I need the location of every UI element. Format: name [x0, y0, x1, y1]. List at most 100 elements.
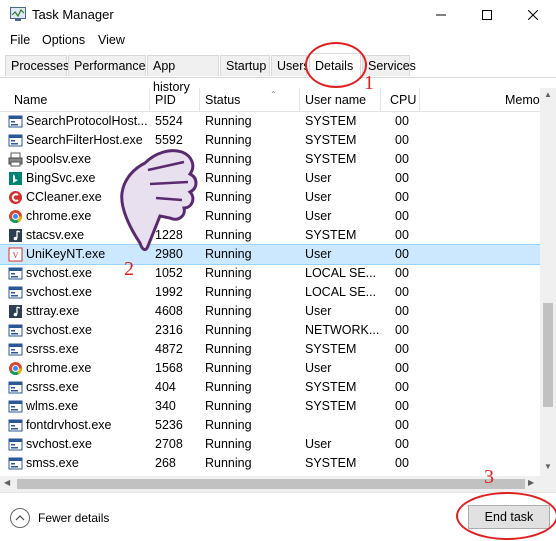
table-row[interactable]: svchost.exe 1052 Running LOCAL SE... 00 — [0, 264, 540, 283]
cell-name: wlms.exe — [26, 399, 79, 413]
column-header-cpu[interactable]: CPU — [390, 93, 416, 107]
process-icon — [8, 285, 23, 300]
table-row[interactable]: smss.exe 268 Running SYSTEM 00 — [0, 454, 540, 473]
table-row[interactable]: csrss.exe 404 Running SYSTEM 00 — [0, 378, 540, 397]
cell-user: SYSTEM — [305, 228, 357, 242]
annotation-2: 2 — [124, 258, 134, 280]
minimize-button[interactable] — [418, 0, 464, 30]
cell-pid: 5524 — [155, 114, 183, 128]
maximize-button[interactable] — [464, 0, 510, 30]
vertical-scroll-thumb[interactable] — [543, 303, 553, 407]
cell-pid: 1052 — [155, 266, 183, 280]
cell-user: SYSTEM — [305, 133, 357, 147]
cell-cpu: 00 — [395, 380, 409, 394]
table-row[interactable]: SearchFilterHost.exe 5592 Running SYSTEM 00 — [0, 131, 540, 150]
table-row[interactable]: svchost.exe 2708 Running User 00 — [0, 435, 540, 454]
cell-pid: 1992 — [155, 285, 183, 299]
menu-file[interactable]: File — [10, 33, 30, 47]
column-header-row: Name PID Status User name CPU Memo — [0, 88, 556, 112]
table-row[interactable]: chrome.exe Running User 00 — [0, 207, 540, 226]
annotation-ring-details — [305, 42, 367, 88]
cell-pid: 268 — [155, 456, 176, 470]
scroll-up-icon[interactable]: ▲ — [544, 90, 552, 99]
tab-startup[interactable]: Startup — [220, 55, 270, 76]
table-row[interactable]: csrss.exe 4872 Running SYSTEM 00 — [0, 340, 540, 359]
tab-performance[interactable]: Performance — [68, 55, 146, 76]
table-row[interactable]: SearchProtocolHost.... 5524 Running SYSTEM 0… — [0, 112, 540, 131]
svg-text:V: V — [13, 251, 19, 260]
cell-user: User — [305, 247, 332, 261]
process-icon — [8, 323, 23, 338]
column-header-status[interactable]: Status — [205, 93, 240, 107]
cell-cpu: 00 — [395, 418, 409, 432]
cell-name: fontdrvhost.exe — [26, 418, 112, 432]
cell-status: Running — [205, 399, 252, 413]
scroll-down-icon[interactable]: ▼ — [544, 462, 552, 471]
unikey-icon: V — [8, 247, 23, 262]
fewer-details-label: Fewer details — [38, 511, 110, 525]
table-row[interactable]: spoolsv.exe Running SYSTEM 00 — [0, 150, 540, 169]
close-button[interactable] — [510, 0, 556, 30]
table-row[interactable]: stacsv.exe 1228 Running SYSTEM 00 — [0, 226, 540, 245]
chrome-icon — [8, 209, 23, 224]
cell-name: svchost.exe — [26, 285, 93, 299]
cell-user: SYSTEM — [305, 456, 357, 470]
menu-bar: File Options View — [0, 30, 556, 51]
table-row[interactable]: BingSvc.exe Running User 00 — [0, 169, 540, 188]
table-row[interactable]: wlms.exe 340 Running SYSTEM 00 — [0, 397, 540, 416]
cell-status: Running — [205, 247, 252, 261]
cell-status: Running — [205, 171, 252, 185]
cell-user: SYSTEM — [305, 342, 357, 356]
cell-status: Running — [205, 228, 252, 242]
cell-cpu: 00 — [395, 285, 409, 299]
cell-user: SYSTEM — [305, 114, 357, 128]
cell-name: csrss.exe — [26, 342, 79, 356]
scroll-right-icon[interactable]: ▶ — [528, 478, 534, 487]
vertical-scrollbar[interactable]: ▲ ▼ — [540, 88, 556, 476]
cell-user: SYSTEM — [305, 399, 357, 413]
cell-status: Running — [205, 323, 252, 337]
cell-cpu: 00 — [395, 399, 409, 413]
tab-app-history[interactable]: App history — [147, 55, 219, 94]
cell-cpu: 00 — [395, 133, 409, 147]
cell-status: Running — [205, 266, 252, 280]
cell-status: Running — [205, 133, 252, 147]
cell-pid: 340 — [155, 399, 176, 413]
cell-pid: 1568 — [155, 361, 183, 375]
chrome-icon — [8, 361, 23, 376]
horizontal-scrollbar[interactable]: ◀ ▶ — [0, 476, 540, 492]
cell-cpu: 00 — [395, 190, 409, 204]
sort-arrow-icon: ⌃ — [270, 90, 277, 99]
table-row[interactable]: fontdrvhost.exe 5236 Running 00 — [0, 416, 540, 435]
table-row[interactable]: svchost.exe 2316 Running NETWORK... 00 — [0, 321, 540, 340]
table-row[interactable]: chrome.exe 1568 Running User 00 — [0, 359, 540, 378]
fewer-details-button[interactable]: Fewer details — [10, 508, 109, 528]
cell-user: User — [305, 190, 332, 204]
maximize-icon — [482, 10, 492, 20]
tab-processes[interactable]: Processes — [5, 55, 69, 76]
column-header-name[interactable]: Name — [14, 93, 47, 107]
tab-users[interactable]: Users — [271, 55, 307, 76]
cell-name: csrss.exe — [26, 380, 79, 394]
column-header-user-name[interactable]: User name — [305, 93, 366, 107]
annotation-3: 3 — [484, 466, 494, 488]
cell-status: Running — [205, 152, 252, 166]
cell-name: smss.exe — [26, 456, 79, 470]
table-row[interactable]: svchost.exe 1992 Running LOCAL SE... 00 — [0, 283, 540, 302]
cell-pid: 2316 — [155, 323, 183, 337]
menu-options[interactable]: Options — [42, 33, 85, 47]
cell-user: SYSTEM — [305, 380, 357, 394]
column-header-memory[interactable]: Memo — [505, 93, 540, 107]
table-row[interactable]: sttray.exe 4608 Running User 00 — [0, 302, 540, 321]
scroll-left-icon[interactable]: ◀ — [4, 478, 10, 487]
table-row[interactable]: CCleaner.exe Running User 00 — [0, 188, 540, 207]
menu-view[interactable]: View — [98, 33, 125, 47]
horizontal-scroll-thumb[interactable] — [17, 479, 525, 489]
cell-status: Running — [205, 304, 252, 318]
cell-status: Running — [205, 437, 252, 451]
table-row[interactable]: V UniKeyNT.exe 2980 Running User 00 — [0, 244, 540, 265]
column-header-pid[interactable]: PID — [155, 93, 176, 107]
title-bar: Task Manager — [0, 0, 556, 30]
ccleaner-icon — [8, 190, 23, 205]
process-icon — [8, 380, 23, 395]
